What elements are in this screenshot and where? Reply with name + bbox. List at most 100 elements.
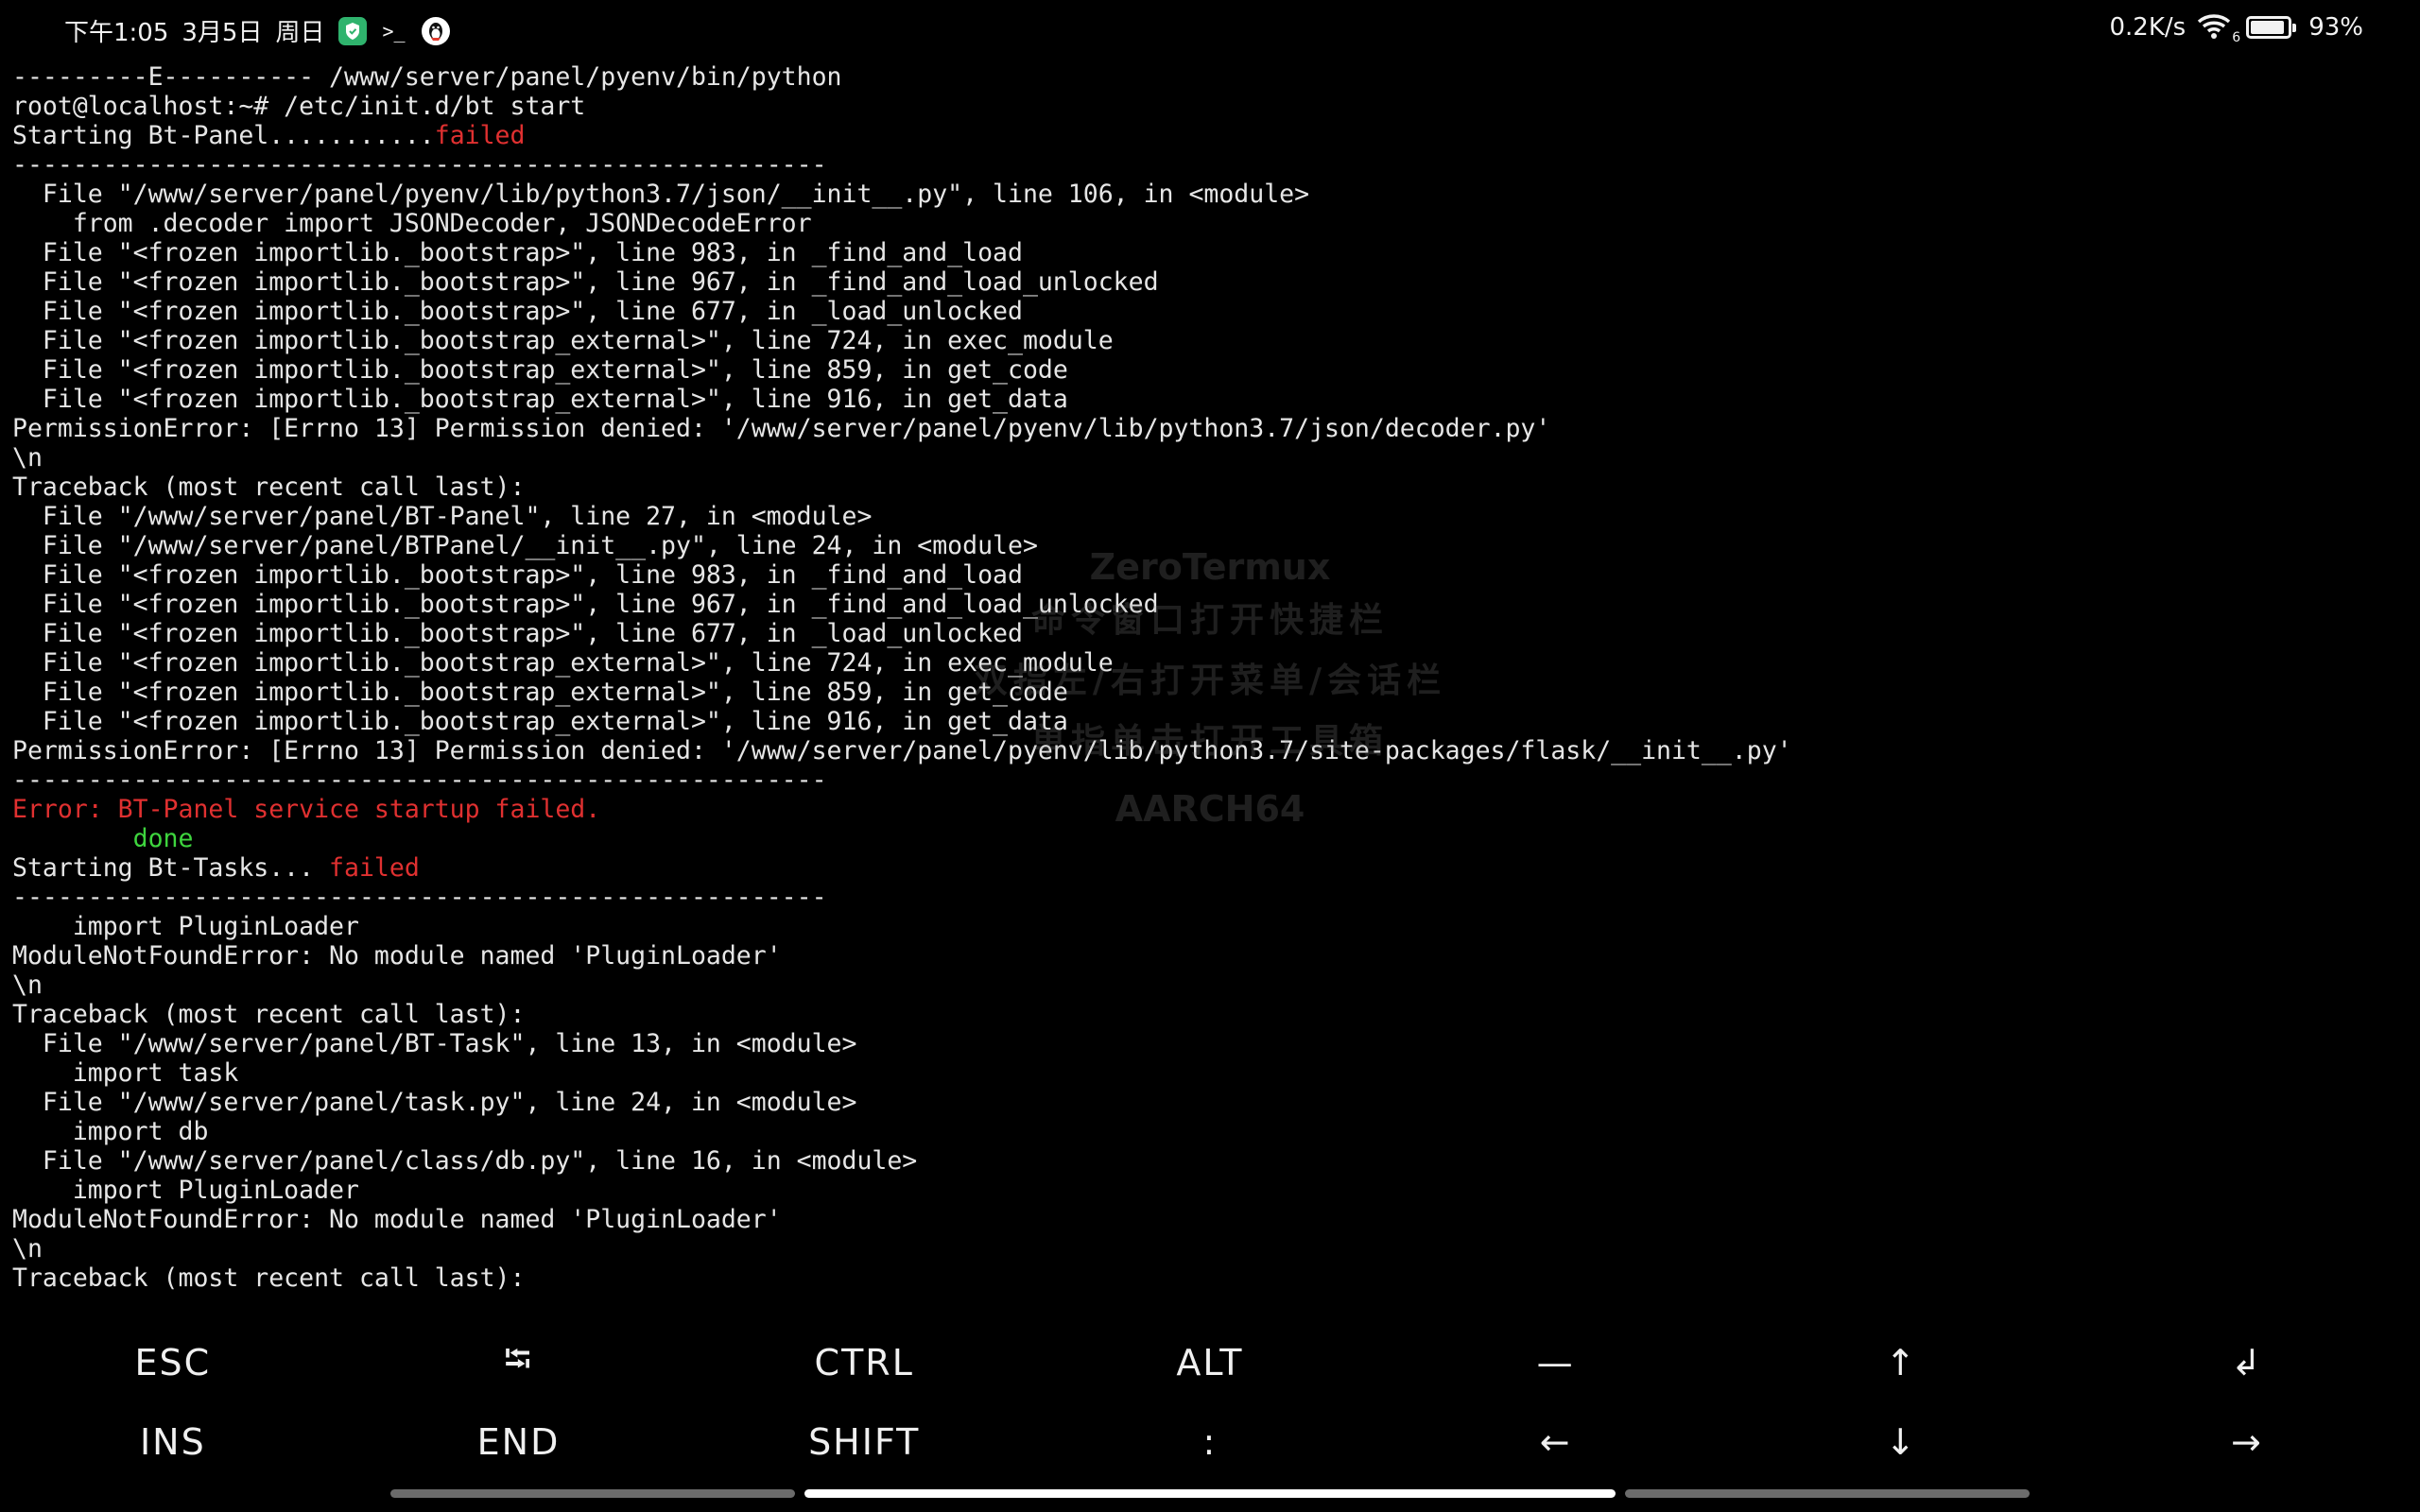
nav-pill-left[interactable] xyxy=(390,1489,795,1498)
terminal-line: import PluginLoader xyxy=(12,1176,2413,1205)
terminal-line: from .decoder import JSONDecoder, JSONDe… xyxy=(12,209,2413,238)
terminal-text: Starting Bt-Panel........... xyxy=(12,121,435,150)
ctrl-key[interactable]: CTRL xyxy=(691,1323,1037,1402)
nav-pill-center[interactable] xyxy=(804,1489,1616,1498)
terminal-text: File "<frozen importlib._bootstrap>", li… xyxy=(12,297,1023,326)
terminal-text: ModuleNotFoundError: No module named 'Pl… xyxy=(12,1205,782,1234)
wifi-badge: 6 xyxy=(2232,30,2241,45)
terminal-line: Traceback (most recent call last): xyxy=(12,1263,2413,1291)
terminal-output[interactable]: ---------E---------- /www/server/panel/p… xyxy=(12,62,2413,1291)
terminal-text: File "<frozen importlib._bootstrap_exter… xyxy=(12,707,1068,736)
terminal-prompt-icon: >_ xyxy=(382,19,406,43)
terminal-line: File "<frozen importlib._bootstrap_exter… xyxy=(12,355,2413,385)
terminal-line: File "<frozen importlib._bootstrap_exter… xyxy=(12,648,2413,678)
ins-key[interactable]: INS xyxy=(0,1402,346,1482)
terminal-line: import PluginLoader xyxy=(12,912,2413,941)
terminal-text: File "<frozen importlib._bootstrap_exter… xyxy=(12,355,1068,385)
terminal-text: File "/www/server/panel/BTPanel/__init__… xyxy=(12,531,1038,560)
terminal-text: File "<frozen importlib._bootstrap>", li… xyxy=(12,590,1159,619)
terminal-text-red: failed xyxy=(434,121,526,150)
terminal-line: File "/www/server/panel/class/db.py", li… xyxy=(12,1146,2413,1176)
terminal-line: File "/www/server/panel/BT-Panel", line … xyxy=(12,502,2413,531)
terminal-text: Traceback (most recent call last): xyxy=(12,1000,526,1029)
network-speed: 0.2K/s xyxy=(2109,13,2187,42)
terminal-line: ----------------------------------------… xyxy=(12,765,2413,795)
shield-app-icon xyxy=(337,16,367,45)
terminal-line: import task xyxy=(12,1058,2413,1088)
terminal-line: Traceback (most recent call last): xyxy=(12,1000,2413,1029)
left-arrow-key[interactable]: ← xyxy=(1383,1402,1729,1482)
terminal-line: ModuleNotFoundError: No module named 'Pl… xyxy=(12,1205,2413,1234)
terminal-text-red: Error: BT-Panel service startup failed. xyxy=(12,795,601,824)
terminal-line: File "<frozen importlib._bootstrap>", li… xyxy=(12,560,2413,590)
terminal-text: Traceback (most recent call last): xyxy=(12,1263,526,1291)
terminal-text: File "<frozen importlib._bootstrap_exter… xyxy=(12,678,1068,707)
terminal-text: File "/www/server/panel/BT-Task", line 1… xyxy=(12,1029,857,1058)
terminal-line: File "<frozen importlib._bootstrap>", li… xyxy=(12,619,2413,648)
terminal-text-red: failed xyxy=(329,853,420,883)
end-key[interactable]: END xyxy=(346,1402,692,1482)
terminal-text: ----------------------------------------… xyxy=(12,765,827,795)
terminal-text: import db xyxy=(12,1117,209,1146)
terminal-line: import db xyxy=(12,1117,2413,1146)
terminal-text: \n xyxy=(12,971,43,1000)
terminal-line: \n xyxy=(12,443,2413,472)
terminal-line: ----------------------------------------… xyxy=(12,150,2413,180)
terminal-text: File "<frozen importlib._bootstrap_exter… xyxy=(12,326,1114,355)
down-arrow-key[interactable]: ↓ xyxy=(1728,1402,2074,1482)
terminal-line: File "<frozen importlib._bootstrap>", li… xyxy=(12,267,2413,297)
terminal-line: PermissionError: [Errno 13] Permission d… xyxy=(12,736,2413,765)
terminal-text: import PluginLoader xyxy=(12,1176,359,1205)
shift-key[interactable]: SHIFT xyxy=(691,1402,1037,1482)
battery-percent: 93% xyxy=(2308,13,2363,42)
terminal-text-green: done xyxy=(132,824,194,853)
terminal-text: import PluginLoader xyxy=(12,912,359,941)
terminal-line: File "<frozen importlib._bootstrap_exter… xyxy=(12,707,2413,736)
terminal-text: File "/www/server/panel/class/db.py", li… xyxy=(12,1146,918,1176)
terminal-text: File "/www/server/panel/task.py", line 2… xyxy=(12,1088,857,1117)
terminal-text: root@localhost:~# /etc/init.d/bt start xyxy=(12,92,586,121)
extra-keys-row-2: INS END SHIFT: ← ↓ → xyxy=(0,1402,2420,1482)
enter-key[interactable]: ↲ xyxy=(2074,1323,2420,1402)
terminal-text: File "<frozen importlib._bootstrap_exter… xyxy=(12,385,1068,414)
tab-key[interactable]: ⭾ xyxy=(346,1323,692,1402)
nav-pill-right[interactable] xyxy=(1625,1489,2030,1498)
terminal-line: Starting Bt-Tasks... failed xyxy=(12,853,2413,883)
battery-fill xyxy=(2251,21,2285,34)
terminal-line: done xyxy=(12,824,2413,853)
terminal-text: File "<frozen importlib._bootstrap>", li… xyxy=(12,238,1023,267)
status-weekday: 周日 xyxy=(275,19,325,47)
terminal-line: File "/www/server/panel/task.py", line 2… xyxy=(12,1088,2413,1117)
right-arrow-key[interactable]: → xyxy=(2074,1402,2420,1482)
dash-key[interactable]: — xyxy=(1383,1323,1729,1402)
terminal-line: Starting Bt-Panel...........failed xyxy=(12,121,2413,150)
terminal-line: File "/www/server/panel/BTPanel/__init__… xyxy=(12,531,2413,560)
terminal-text: PermissionError: [Errno 13] Permission d… xyxy=(12,736,1792,765)
wifi-icon: 6 xyxy=(2197,13,2240,45)
terminal-text: \n xyxy=(12,1234,43,1263)
terminal-line: Traceback (most recent call last): xyxy=(12,472,2413,502)
terminal-line: \n xyxy=(12,1234,2413,1263)
terminal-line: File "<frozen importlib._bootstrap_exter… xyxy=(12,385,2413,414)
status-bar-right: 0.2K/s 6 93% xyxy=(2109,13,2363,45)
colon-key[interactable]: : xyxy=(1037,1402,1383,1482)
terminal-line: File "<frozen importlib._bootstrap>", li… xyxy=(12,297,2413,326)
terminal-line: File "/www/server/panel/pyenv/lib/python… xyxy=(12,180,2413,209)
terminal-line: File "<frozen importlib._bootstrap>", li… xyxy=(12,590,2413,619)
terminal-line: File "/www/server/panel/BT-Task", line 1… xyxy=(12,1029,2413,1058)
terminal-line: File "<frozen importlib._bootstrap>", li… xyxy=(12,238,2413,267)
esc-key[interactable]: ESC xyxy=(0,1323,346,1402)
status-date: 3月5日 xyxy=(182,19,263,47)
terminal-text: from .decoder import JSONDecoder, JSONDe… xyxy=(12,209,812,238)
terminal-line: ModuleNotFoundError: No module named 'Pl… xyxy=(12,941,2413,971)
up-arrow-key[interactable]: ↑ xyxy=(1728,1323,2074,1402)
terminal-line: ---------E---------- /www/server/panel/p… xyxy=(12,62,2413,92)
extra-keys-row-1: ESC ⭾ CTRL ALT — ↑ ↲ xyxy=(0,1323,2420,1402)
terminal-text: File "<frozen importlib._bootstrap>", li… xyxy=(12,560,1023,590)
terminal-text: ModuleNotFoundError: No module named 'Pl… xyxy=(12,941,782,971)
terminal-text: File "<frozen importlib._bootstrap_exter… xyxy=(12,648,1114,678)
alt-key[interactable]: ALT xyxy=(1037,1323,1383,1402)
status-bar: 下午1:05 3月5日 周日 >_ 0.2K/s 6 93% xyxy=(0,0,2420,60)
terminal-text: ---------E---------- /www/server/panel/p… xyxy=(12,62,842,92)
terminal-text: File "<frozen importlib._bootstrap>", li… xyxy=(12,267,1159,297)
